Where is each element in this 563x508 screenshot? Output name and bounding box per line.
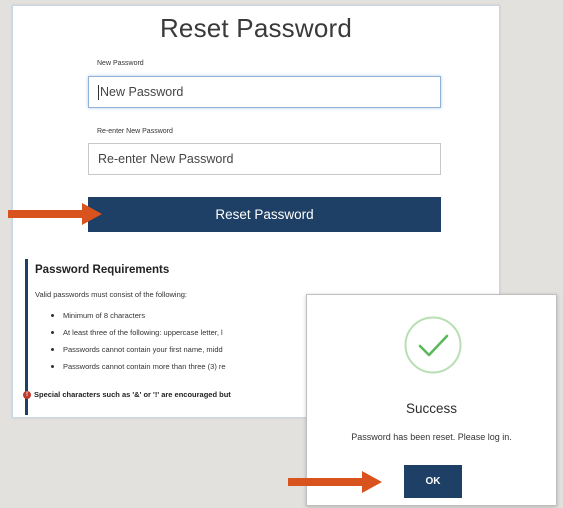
new-password-field[interactable]: New Password — [88, 76, 441, 108]
new-password-placeholder: New Password — [100, 85, 184, 99]
checkmark-circle-icon — [404, 316, 462, 374]
reset-password-button[interactable]: Reset Password — [88, 197, 441, 232]
requirements-intro: Valid passwords must consist of the foll… — [35, 290, 188, 299]
page-title: Reset Password — [159, 13, 353, 43]
list-item: At least three of the following: upperca… — [51, 324, 226, 341]
list-item: Passwords cannot contain your first name… — [51, 341, 226, 358]
special-characters-note: ! Special characters such as '&' or '!' … — [23, 390, 231, 399]
ok-button[interactable]: OK — [404, 465, 462, 498]
confirm-password-label: Re-enter New Password — [97, 128, 173, 135]
note-text: Special characters such as '&' or '!' ar… — [34, 390, 231, 399]
requirements-list: Minimum of 8 characters At least three o… — [51, 307, 226, 375]
list-item: Minimum of 8 characters — [51, 307, 226, 324]
arrow-pointer-icon — [288, 471, 382, 493]
new-password-label: New Password — [97, 60, 144, 67]
text-cursor — [98, 84, 99, 100]
arrow-pointer-icon — [8, 203, 102, 225]
confirm-password-placeholder: Re-enter New Password — [98, 152, 234, 166]
dialog-title: Success — [405, 401, 458, 416]
confirm-password-field[interactable]: Re-enter New Password — [88, 143, 441, 175]
dialog-message: Password has been reset. Please log in. — [351, 432, 512, 442]
list-item: Passwords cannot contain more than three… — [51, 358, 226, 375]
requirements-heading: Password Requirements — [35, 264, 170, 276]
alert-icon: ! — [23, 390, 31, 399]
